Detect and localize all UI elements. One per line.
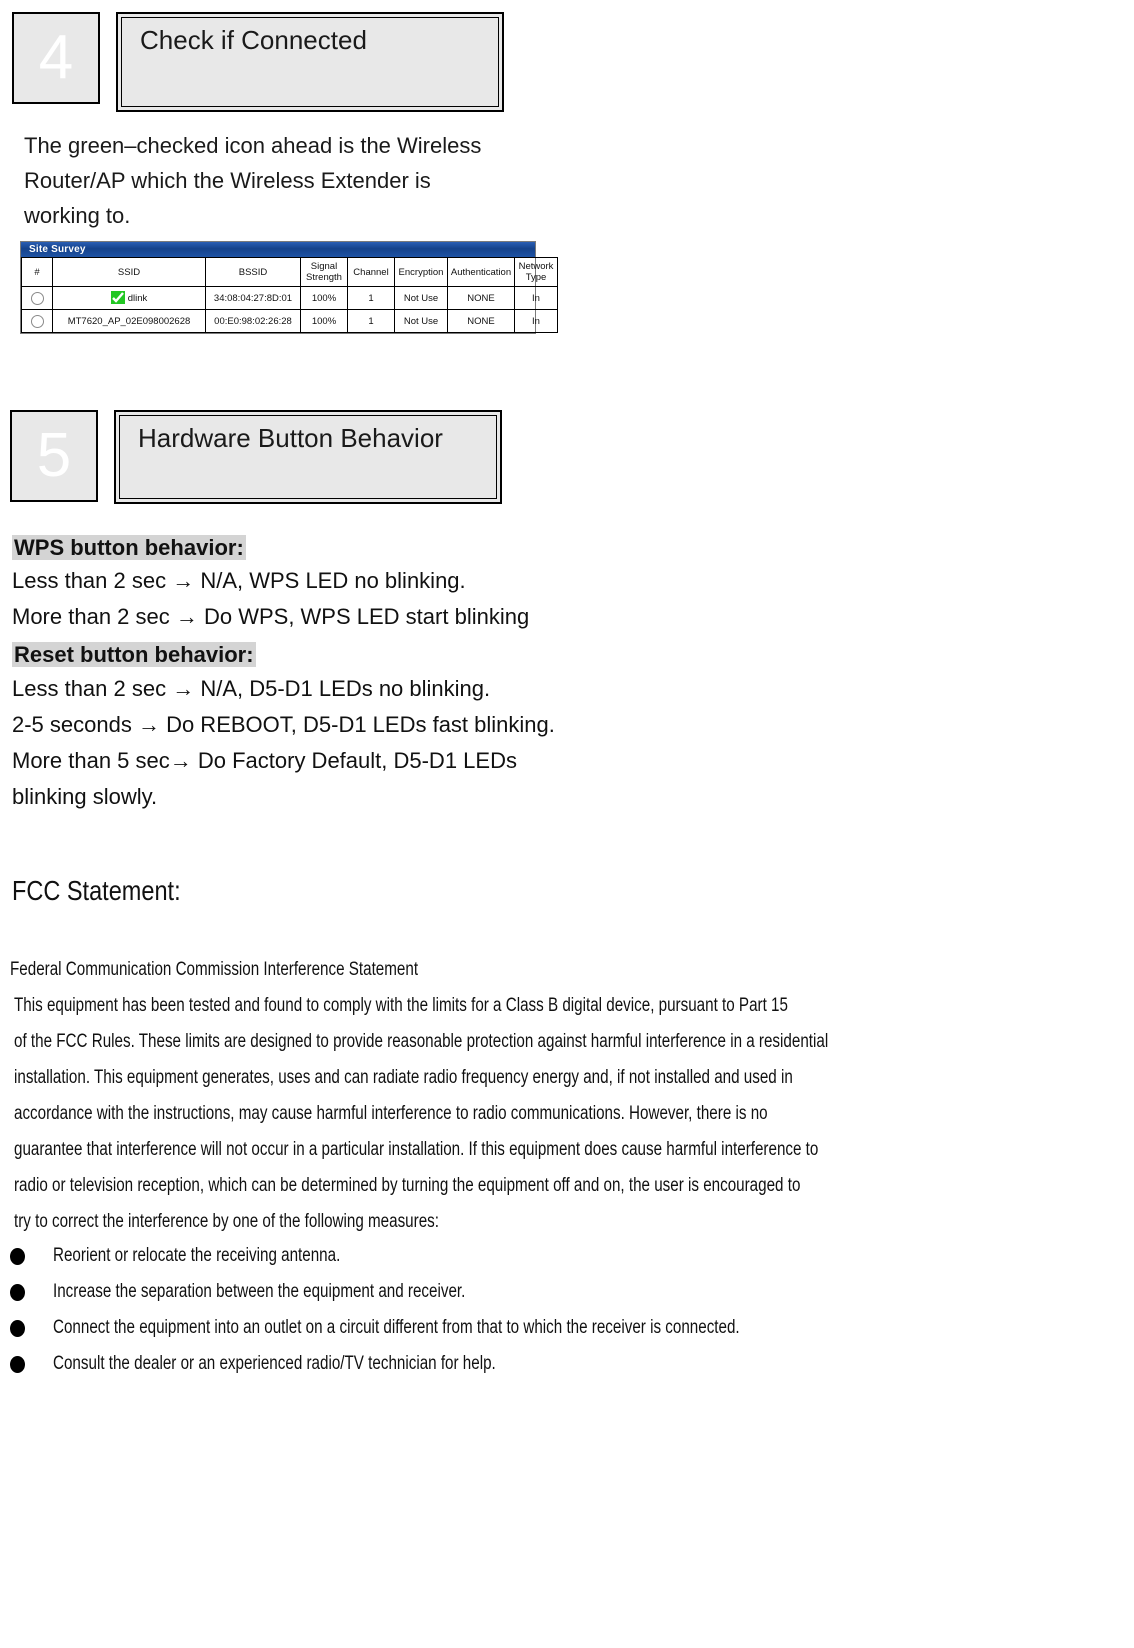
wps-behavior-line-2: More than 2 sec → Do WPS, WPS LED start … (12, 604, 530, 629)
fcc-paragraph-line-2: of the FCC Rules. These limits are desig… (14, 1031, 829, 1052)
step-5-title-frame: Hardware Button Behavior (114, 410, 502, 504)
radio-button-icon[interactable] (30, 291, 44, 305)
fcc-bullet-2: Increase the separation between the equi… (10, 1274, 568, 1310)
step-4-number: 4 (38, 23, 74, 92)
cell-ssid: dlink (52, 286, 206, 310)
cell-bssid: 34:08:04:27:8D:01 (205, 286, 301, 310)
green-check-icon (110, 290, 125, 304)
network-line-1: Network (518, 261, 554, 272)
step-4-header: 4 Check if Connected (12, 12, 504, 112)
network-line-2: Type (525, 272, 547, 283)
site-survey-table: # SSID BSSID Signal Strength Channel Enc… (21, 257, 558, 333)
fcc-bullet-3: Connect the equipment into an outlet on … (10, 1310, 911, 1346)
wps-behavior-line-1: Less than 2 sec → N/A, WPS LED no blinki… (12, 568, 466, 593)
step-5-title: Hardware Button Behavior (138, 423, 443, 453)
cell-ssid: MT7620_AP_02E098002628 (52, 309, 206, 333)
fcc-paragraph-line-1: This equipment has been tested and found… (14, 995, 788, 1016)
fcc-bullet-1-text: Reorient or relocate the receiving anten… (53, 1245, 341, 1266)
step-4-title: Check if Connected (140, 25, 367, 55)
reset-behavior-heading-text: Reset button behavior: (12, 642, 256, 667)
signal-line-2: Strength (306, 272, 342, 283)
fcc-statement-title: FCC Statement: (12, 875, 181, 906)
cell-network-type: In (514, 309, 558, 333)
step-4-number-box: 4 (12, 12, 100, 104)
column-header-network-type: Network Type (514, 257, 558, 287)
site-survey-window: Site Survey # SSID BSSID Signal Strength… (20, 241, 558, 334)
fcc-paragraph-line-7: try to correct the interference by one o… (14, 1211, 439, 1232)
column-header-bssid: BSSID (205, 257, 301, 287)
cell-encryption: Not Use (394, 286, 448, 310)
site-survey-titlebar: Site Survey (21, 242, 535, 257)
radio-button-icon[interactable] (30, 314, 44, 328)
step-5-number-box: 5 (10, 410, 98, 502)
fcc-paragraph-line-5: guarantee that interference will not occ… (14, 1139, 819, 1160)
fcc-subtitle: Federal Communication Commission Interfe… (10, 959, 419, 980)
reset-behavior-line-3: More than 5 sec→ Do Factory Default, D5-… (12, 748, 517, 773)
step-4-description: The green–checked icon ahead is the Wire… (24, 133, 482, 228)
cell-encryption: Not Use (394, 309, 448, 333)
step-5-header: 5 Hardware Button Behavior (10, 410, 502, 504)
table-row[interactable]: dlink 34:08:04:27:8D:01 100% 1 Not Use N… (21, 286, 558, 310)
cell-bssid: 00:E0:98:02:26:28 (205, 309, 301, 333)
reset-behavior-heading: Reset button behavior: (12, 637, 256, 673)
column-header-encryption: Encryption (394, 257, 448, 287)
bullet-point-icon (10, 1283, 25, 1301)
bullet-point-icon (10, 1355, 25, 1373)
signal-line-1: Signal (310, 261, 338, 272)
cell-authentication: NONE (447, 286, 515, 310)
column-header-signal-strength: Signal Strength (300, 257, 348, 287)
row-select-cell[interactable] (21, 309, 53, 333)
cell-authentication: NONE (447, 309, 515, 333)
fcc-bullet-3-text: Connect the equipment into an outlet on … (53, 1317, 740, 1338)
cell-channel: 1 (347, 309, 395, 333)
column-header-ssid: SSID (52, 257, 206, 287)
bullet-point-icon (10, 1247, 25, 1265)
column-header-index: # (21, 257, 53, 287)
step-4-title-frame: Check if Connected (116, 12, 504, 112)
step-4-title-inner: Check if Connected (121, 17, 499, 107)
cell-network-type: In (514, 286, 558, 310)
table-header-row: # SSID BSSID Signal Strength Channel Enc… (21, 257, 558, 287)
cell-signal-strength: 100% (300, 309, 348, 333)
fcc-paragraph-line-4: accordance with the instructions, may ca… (14, 1103, 768, 1124)
fcc-paragraph-line-3: installation. This equipment generates, … (14, 1067, 793, 1088)
fcc-bullet-2-text: Increase the separation between the equi… (53, 1281, 466, 1302)
step-5-title-inner: Hardware Button Behavior (119, 415, 497, 499)
reset-behavior-line-4: blinking slowly. (12, 784, 158, 809)
fcc-bullet-4: Consult the dealer or an experienced rad… (10, 1346, 606, 1382)
column-header-channel: Channel (347, 257, 395, 287)
reset-behavior-line-1: Less than 2 sec → N/A, D5-D1 LEDs no bli… (12, 676, 491, 701)
cell-channel: 1 (347, 286, 395, 310)
bullet-point-icon (10, 1319, 25, 1337)
reset-behavior-line-2: 2-5 seconds → Do REBOOT, D5-D1 LEDs fast… (12, 712, 555, 737)
ssid-text: dlink (127, 292, 148, 304)
row-select-cell[interactable] (21, 286, 53, 310)
step-5-number: 5 (36, 421, 72, 490)
wps-behavior-heading: WPS button behavior: (12, 530, 246, 566)
table-row[interactable]: MT7620_AP_02E098002628 00:E0:98:02:26:28… (21, 309, 558, 333)
fcc-paragraph-line-6: radio or television reception, which can… (14, 1175, 801, 1196)
wps-behavior-heading-text: WPS button behavior: (12, 535, 246, 560)
fcc-bullet-1: Reorient or relocate the receiving anten… (10, 1238, 412, 1274)
column-header-authentication: Authentication (447, 257, 515, 287)
cell-signal-strength: 100% (300, 286, 348, 310)
fcc-bullet-4-text: Consult the dealer or an experienced rad… (53, 1353, 496, 1374)
